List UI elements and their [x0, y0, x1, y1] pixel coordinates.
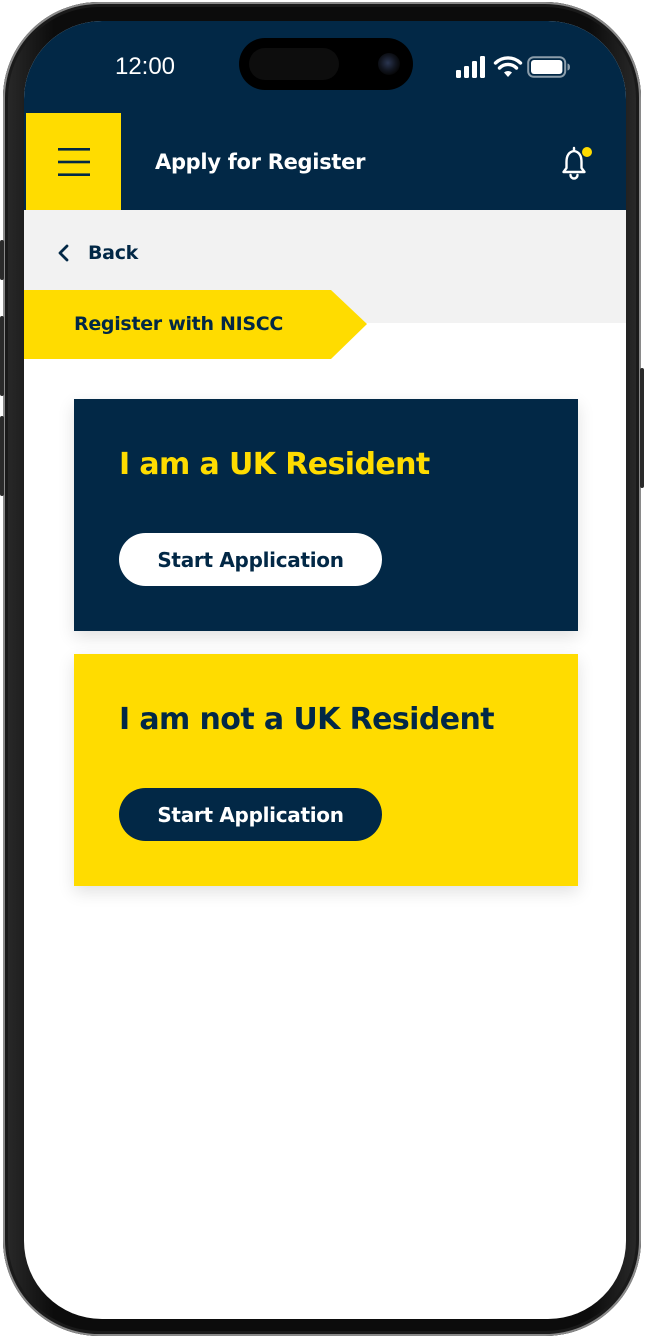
top-app-bar: 12:00 Apply for Register — [24, 21, 626, 210]
hamburger-menu-icon — [57, 147, 90, 176]
section-label: Register with NISCC — [74, 313, 284, 335]
dynamic-island — [239, 38, 413, 90]
volume-up-button — [0, 316, 4, 396]
action-button — [0, 240, 4, 280]
uk-resident-card: I am a UK Resident Start Application — [74, 399, 578, 631]
chevron-left-icon — [58, 244, 69, 262]
back-button[interactable]: Back — [56, 237, 138, 269]
non-uk-resident-start-button[interactable]: Start Application — [119, 788, 382, 841]
non-uk-resident-title: I am not a UK Resident — [119, 702, 495, 737]
wifi-icon — [493, 56, 523, 77]
uk-resident-start-button[interactable]: Start Application — [119, 533, 382, 586]
volume-down-button — [0, 416, 4, 496]
status-time: 12:00 — [114, 53, 176, 80]
status-icons — [455, 55, 570, 79]
phone-frame: 12:00 Apply for Register Back Register w… — [0, 2, 644, 1336]
uk-resident-title: I am a UK Resident — [119, 447, 430, 482]
app-screen: 12:00 Apply for Register Back Register w… — [24, 21, 626, 1319]
island-sensor — [249, 48, 339, 80]
back-label: Back — [88, 242, 139, 264]
bell-icon — [562, 146, 592, 180]
hamburger-menu-button[interactable] — [26, 113, 121, 210]
notification-button[interactable] — [559, 145, 593, 181]
notification-dot — [582, 147, 592, 157]
page-title: Apply for Register — [155, 150, 366, 174]
cellular-signal-icon — [456, 56, 485, 78]
power-button — [640, 368, 644, 488]
non-uk-resident-card: I am not a UK Resident Start Application — [74, 654, 578, 886]
section-ribbon: Register with NISCC — [24, 290, 367, 359]
battery-icon — [527, 56, 570, 78]
front-camera — [378, 53, 400, 75]
